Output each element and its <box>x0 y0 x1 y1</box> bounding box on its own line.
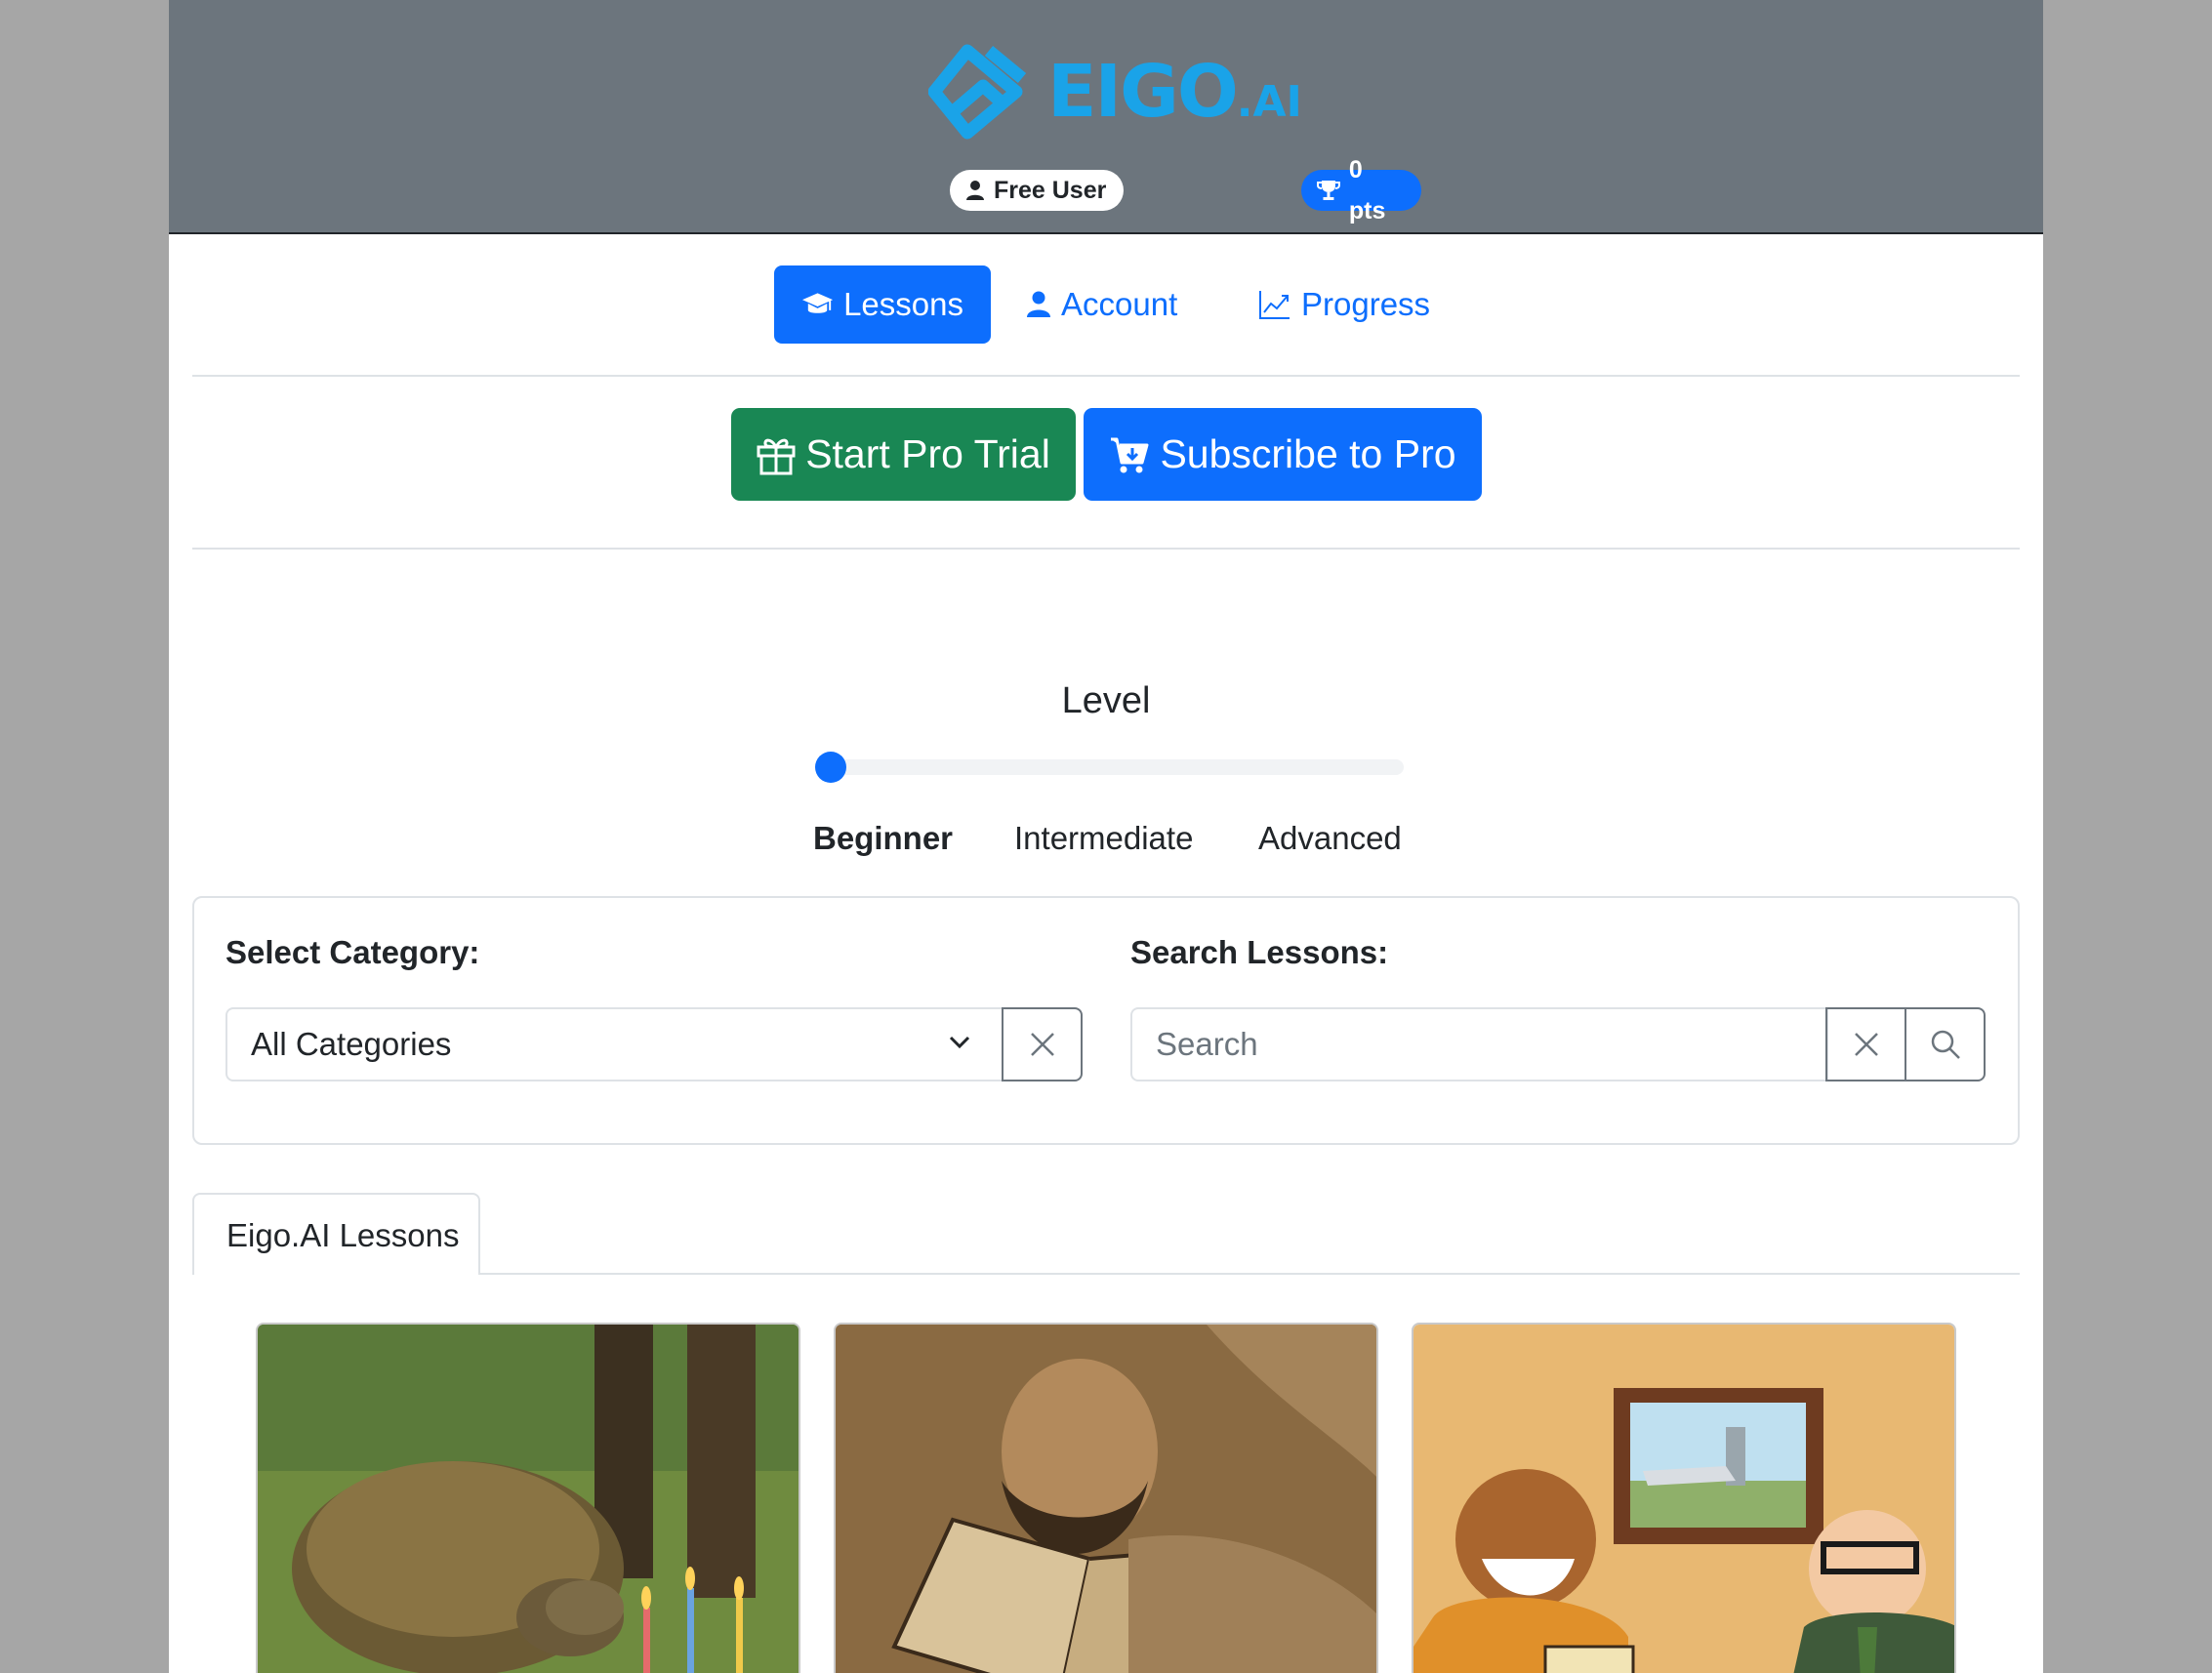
cta-divider <box>192 548 2020 550</box>
user-badge-label: Free User <box>994 177 1107 204</box>
nav-account[interactable]: Account <box>999 265 1233 344</box>
clear-category-button[interactable] <box>1002 1007 1083 1081</box>
app-page: EIGO.AI Free User 0 pts Lessons Account … <box>169 0 2043 1673</box>
logo-wordmark: EIGO.AI <box>1047 51 1302 143</box>
lesson-image-airport <box>1413 1325 1954 1673</box>
subscribe-to-pro-button[interactable]: Subscribe to Pro <box>1084 408 1482 501</box>
gift-icon <box>757 438 796 474</box>
tab-divider <box>480 1273 2020 1275</box>
level-slider-track[interactable] <box>815 759 1404 775</box>
subscribe-to-pro-label: Subscribe to Pro <box>1160 431 1456 476</box>
nav-lessons[interactable]: Lessons <box>774 265 991 344</box>
logo-suffix: .AI <box>1236 77 1302 127</box>
close-icon <box>1854 1033 1878 1056</box>
tab-eigo-ai-lessons[interactable]: Eigo.AI Lessons <box>192 1193 480 1275</box>
nav-progress-label: Progress <box>1301 286 1431 322</box>
lesson-card-2[interactable] <box>834 1323 1378 1673</box>
chevron-down-icon <box>949 1036 970 1049</box>
nav-account-label: Account <box>1061 286 1178 322</box>
chart-line-icon <box>1259 291 1290 319</box>
clear-search-button[interactable] <box>1825 1007 1906 1081</box>
graduation-cap-icon <box>801 293 834 313</box>
search-input[interactable]: Search <box>1130 1007 1828 1081</box>
cart-icon <box>1111 437 1149 472</box>
level-title: Level <box>1061 680 1151 721</box>
search-icon <box>1931 1030 1960 1059</box>
lesson-image-reading-man <box>836 1325 1376 1673</box>
level-slider-thumb[interactable] <box>815 752 846 783</box>
logo-text: EIGO <box>1047 50 1239 134</box>
start-pro-trial-button[interactable]: Start Pro Trial <box>731 408 1076 501</box>
category-label: Select Category: <box>225 934 480 970</box>
search-button[interactable] <box>1905 1007 1986 1081</box>
user-icon <box>966 181 984 200</box>
search-label: Search Lessons: <box>1130 934 1389 970</box>
nav-lessons-label: Lessons <box>843 286 963 322</box>
trophy-icon <box>1317 181 1340 200</box>
header: EIGO.AI Free User 0 pts <box>169 0 2043 234</box>
user-badge: Free User <box>950 170 1124 211</box>
level-option-advanced[interactable]: Advanced <box>1258 820 1402 857</box>
start-pro-trial-label: Start Pro Trial <box>805 431 1050 476</box>
lesson-card-1[interactable] <box>256 1323 800 1673</box>
nav-progress[interactable]: Progress <box>1231 265 1463 344</box>
level-option-beginner[interactable]: Beginner <box>813 820 953 857</box>
nav-divider <box>192 375 2020 377</box>
lesson-image-tortoise <box>258 1325 799 1673</box>
points-badge-label: 0 pts <box>1348 156 1386 224</box>
points-badge: 0 pts <box>1301 156 1421 224</box>
category-select[interactable]: All Categories <box>225 1007 1004 1081</box>
level-option-intermediate[interactable]: Intermediate <box>1014 820 1193 857</box>
person-icon <box>1027 291 1050 317</box>
close-icon <box>1030 1033 1054 1056</box>
lesson-card-3[interactable] <box>1412 1323 1956 1673</box>
